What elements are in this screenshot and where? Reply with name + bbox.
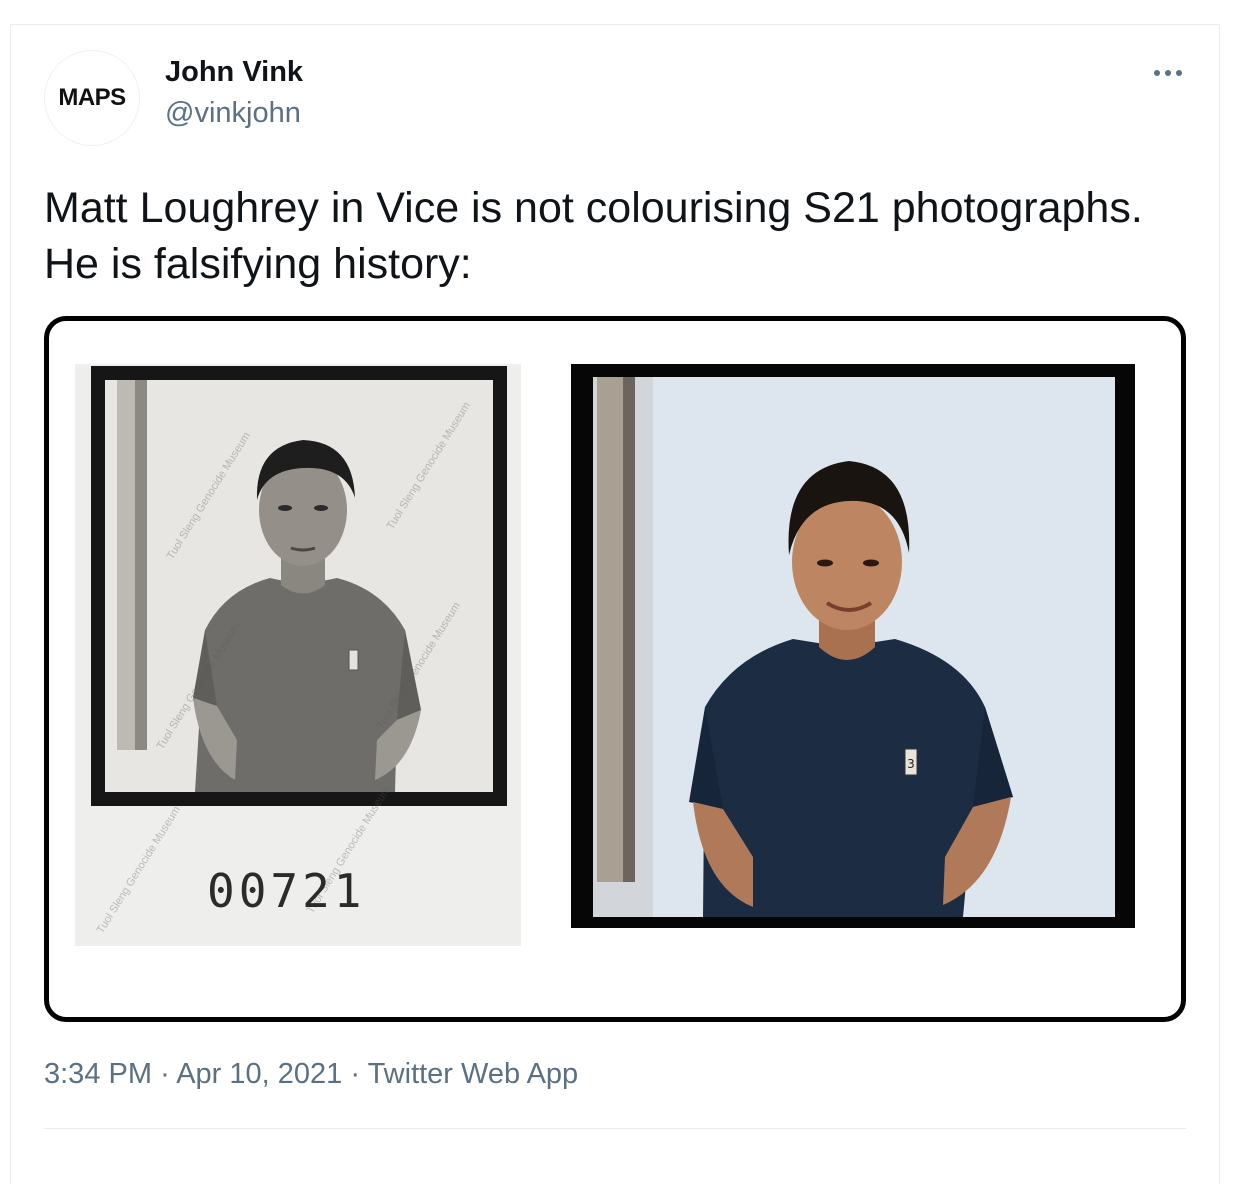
meta-separator: · (160, 1058, 170, 1090)
tweet-text: Matt Loughrey in Vice is not colourising… (44, 184, 1143, 288)
tweet-metadata: 3:34 PM · Apr 10, 2021 · Twitter Web App (44, 1058, 578, 1091)
tweet-time[interactable]: 3:34 PM (44, 1058, 152, 1090)
tweet-media[interactable]: Tuol Sleng Genocide Museum Tuol Sleng Ge… (44, 316, 1186, 1022)
shirt-tag-number: 3 (907, 757, 915, 771)
tweet-source[interactable]: Twitter Web App (368, 1058, 579, 1090)
tweet-date[interactable]: Apr 10, 2021 (176, 1058, 342, 1090)
colour-portrait-illustration: 3 (593, 377, 1115, 917)
avatar[interactable]: MAPS (44, 50, 140, 146)
more-options-button[interactable] (1148, 58, 1188, 88)
prisoner-serial-number: 00721 (207, 864, 366, 918)
more-dot (1165, 70, 1171, 76)
more-horizontal-icon (1154, 70, 1160, 76)
more-dot (1176, 70, 1182, 76)
watermark: Tuol Sleng Genocide Museum (94, 804, 183, 936)
colourised-photo-inner: 3 (593, 377, 1115, 917)
original-bw-photo: Tuol Sleng Genocide Museum Tuol Sleng Ge… (75, 364, 521, 946)
meta-separator: · (350, 1058, 361, 1090)
colourised-photo: 3 (571, 364, 1135, 928)
author-handle[interactable]: @vinkjohn (165, 97, 301, 130)
author-display-name[interactable]: John Vink (165, 56, 303, 89)
avatar-logo-text: MAPS (58, 84, 126, 111)
photo-frame: Tuol Sleng Genocide Museum Tuol Sleng Ge… (91, 366, 507, 806)
divider (44, 1128, 1186, 1129)
